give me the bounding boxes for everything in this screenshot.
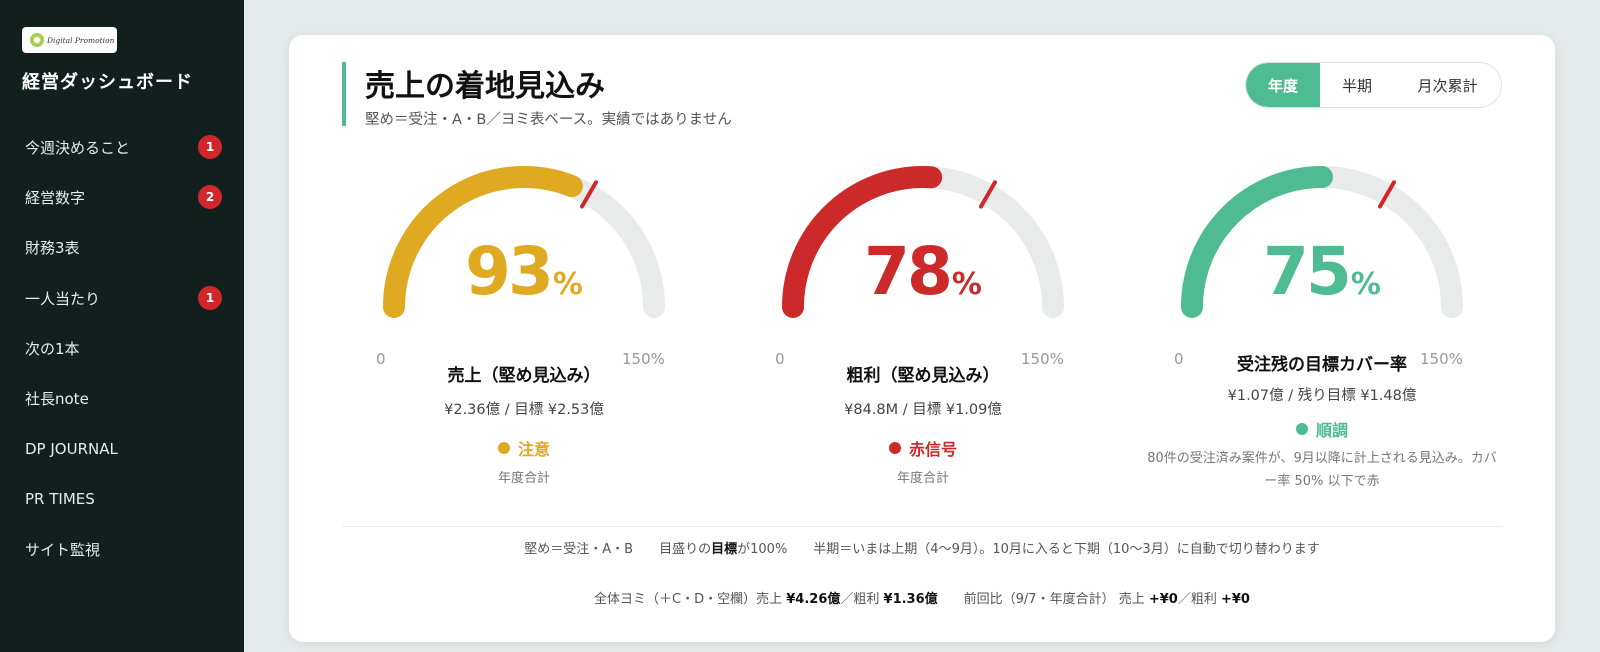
gauge-detail: ¥1.07億 / 残り目標 ¥1.48億 (1227, 388, 1417, 404)
gauge-detail: ¥2.36億 / 目標 ¥2.53億 (444, 402, 604, 418)
sidebar-item-president-note[interactable]: 社長note (0, 373, 244, 423)
status-indicator: 注意 (324, 436, 724, 460)
sidebar-item-this-week[interactable]: 今週決めること 1 (0, 122, 244, 172)
gauge-title: 粗利（堅め見込み） (846, 366, 1000, 386)
dashboard-title: 経営ダッシュボード (22, 72, 193, 93)
gauge-number: 75 (1263, 233, 1352, 310)
sidebar-item-label: 一人当たり (25, 289, 101, 308)
sidebar-item-management-numbers[interactable]: 経営数字 2 (0, 172, 244, 222)
sidebar-item-pr-times[interactable]: PR TIMES (0, 474, 244, 524)
legend-firm-definition: 堅め＝受注・A・B (524, 542, 634, 557)
gauge-gross-profit: 78% 0 150% 粗利（堅め見込み） ¥84.8M / 目標 ¥1.09億 … (723, 35, 1123, 555)
divider (342, 526, 1502, 527)
sidebar-nav: 今週決めること 1 経営数字 2 財務3表 一人当たり 1 次の1本 社長not… (0, 122, 244, 575)
gauge-note: 年度合計 (497, 471, 550, 486)
status-text: 赤信号 (908, 440, 957, 459)
gauge-note: 80件の受注済み案件が、9月以降に計上される見込み。カバ ー率 50% 以下で赤 (1122, 447, 1522, 493)
forecast-card: 売上の着地見込み 堅め＝受注・A・B／ヨミ表ベース。実績ではありません 年度 半… (289, 35, 1555, 642)
legend-target-definition: 目盛りの目標が100% (659, 542, 788, 557)
sidebar-item-next-one[interactable]: 次の1本 (0, 323, 244, 373)
sidebar: Digital Promotion 経営ダッシュボード 今週決めること 1 経営… (0, 0, 244, 652)
gauge-unit: % (1350, 267, 1381, 302)
gauge-sales: 93% 0 150% 売上（堅め見込み） ¥2.36億 / 目標 ¥2.53億 … (324, 35, 724, 555)
status-indicator: 順調 (1122, 417, 1522, 441)
gauge-number: 78 (864, 233, 953, 310)
summary-prev-comparison: 前回比（9/7・年度合計） 売上 +¥0／粗利 +¥0 (963, 592, 1250, 607)
status-dot-icon (497, 442, 510, 454)
legend-period-definition: 半期＝いまは上期（4〜9月）。10月に入ると下期（10〜3月）に自動で切り替わり… (813, 542, 1320, 557)
notification-badge: 2 (198, 185, 222, 210)
gauge-title: 売上（堅め見込み） (447, 366, 601, 386)
footer-legend: 堅め＝受注・A・B 目盛りの目標が100% 半期＝いまは上期（4〜9月）。10月に入… (289, 538, 1555, 557)
status-indicator: 赤信号 (723, 436, 1123, 460)
sidebar-item-financial-statements[interactable]: 財務3表 (0, 223, 244, 273)
gauge-value: 78% (723, 233, 1123, 310)
sidebar-item-label: サイト監視 (25, 541, 101, 560)
gauge-backlog-coverage: 75% 0 150% 受注残の目標カバー率 ¥1.07億 / 残り目標 ¥1.4… (1122, 35, 1522, 555)
sidebar-item-label: 社長note (25, 390, 89, 409)
sidebar-item-label: 次の1本 (25, 339, 80, 358)
sidebar-item-label: 経営数字 (25, 188, 86, 207)
sidebar-item-label: 財務3表 (25, 239, 80, 258)
gauge-note: 年度合計 (896, 471, 949, 486)
summary-all-forecast: 全体ヨミ（＋C・D・空欄）売上 ¥4.26億／粗利 ¥1.36億 (594, 592, 938, 607)
gauge-number: 93 (465, 233, 554, 310)
gauge-title: 受注残の目標カバー率 (1237, 355, 1407, 375)
sidebar-item-dp-journal[interactable]: DP JOURNAL (0, 424, 244, 474)
gauge-value: 93% (324, 233, 724, 310)
company-logo[interactable]: Digital Promotion (22, 27, 117, 53)
gauge-unit: % (552, 267, 583, 302)
footer-summary: 全体ヨミ（＋C・D・空欄）売上 ¥4.26億／粗利 ¥1.36億 前回比（9/7・… (289, 588, 1555, 607)
logo-text: Digital Promotion (47, 35, 115, 45)
status-text: 順調 (1315, 421, 1348, 440)
gauge-detail: ¥84.8M / 目標 ¥1.09億 (844, 402, 1002, 418)
sidebar-item-site-monitoring[interactable]: サイト監視 (0, 524, 244, 574)
logo-ring-icon (30, 33, 44, 47)
gauge-unit: % (951, 267, 982, 302)
notification-badge: 1 (198, 285, 222, 310)
status-dot-icon (888, 442, 901, 454)
gauge-note-line: ー率 50% 以下で赤 (1264, 474, 1380, 489)
status-text: 注意 (517, 440, 550, 459)
sidebar-item-per-person[interactable]: 一人当たり 1 (0, 273, 244, 323)
status-dot-icon (1295, 423, 1308, 435)
gauge-note-line: 80件の受注済み案件が、9月以降に計上される見込み。カバ (1147, 451, 1497, 466)
notification-badge: 1 (198, 135, 222, 159)
sidebar-item-label: 今週決めること (25, 138, 131, 157)
gauge-value: 75% (1122, 233, 1522, 310)
sidebar-item-label: DP JOURNAL (25, 439, 118, 458)
sidebar-item-label: PR TIMES (25, 490, 95, 509)
